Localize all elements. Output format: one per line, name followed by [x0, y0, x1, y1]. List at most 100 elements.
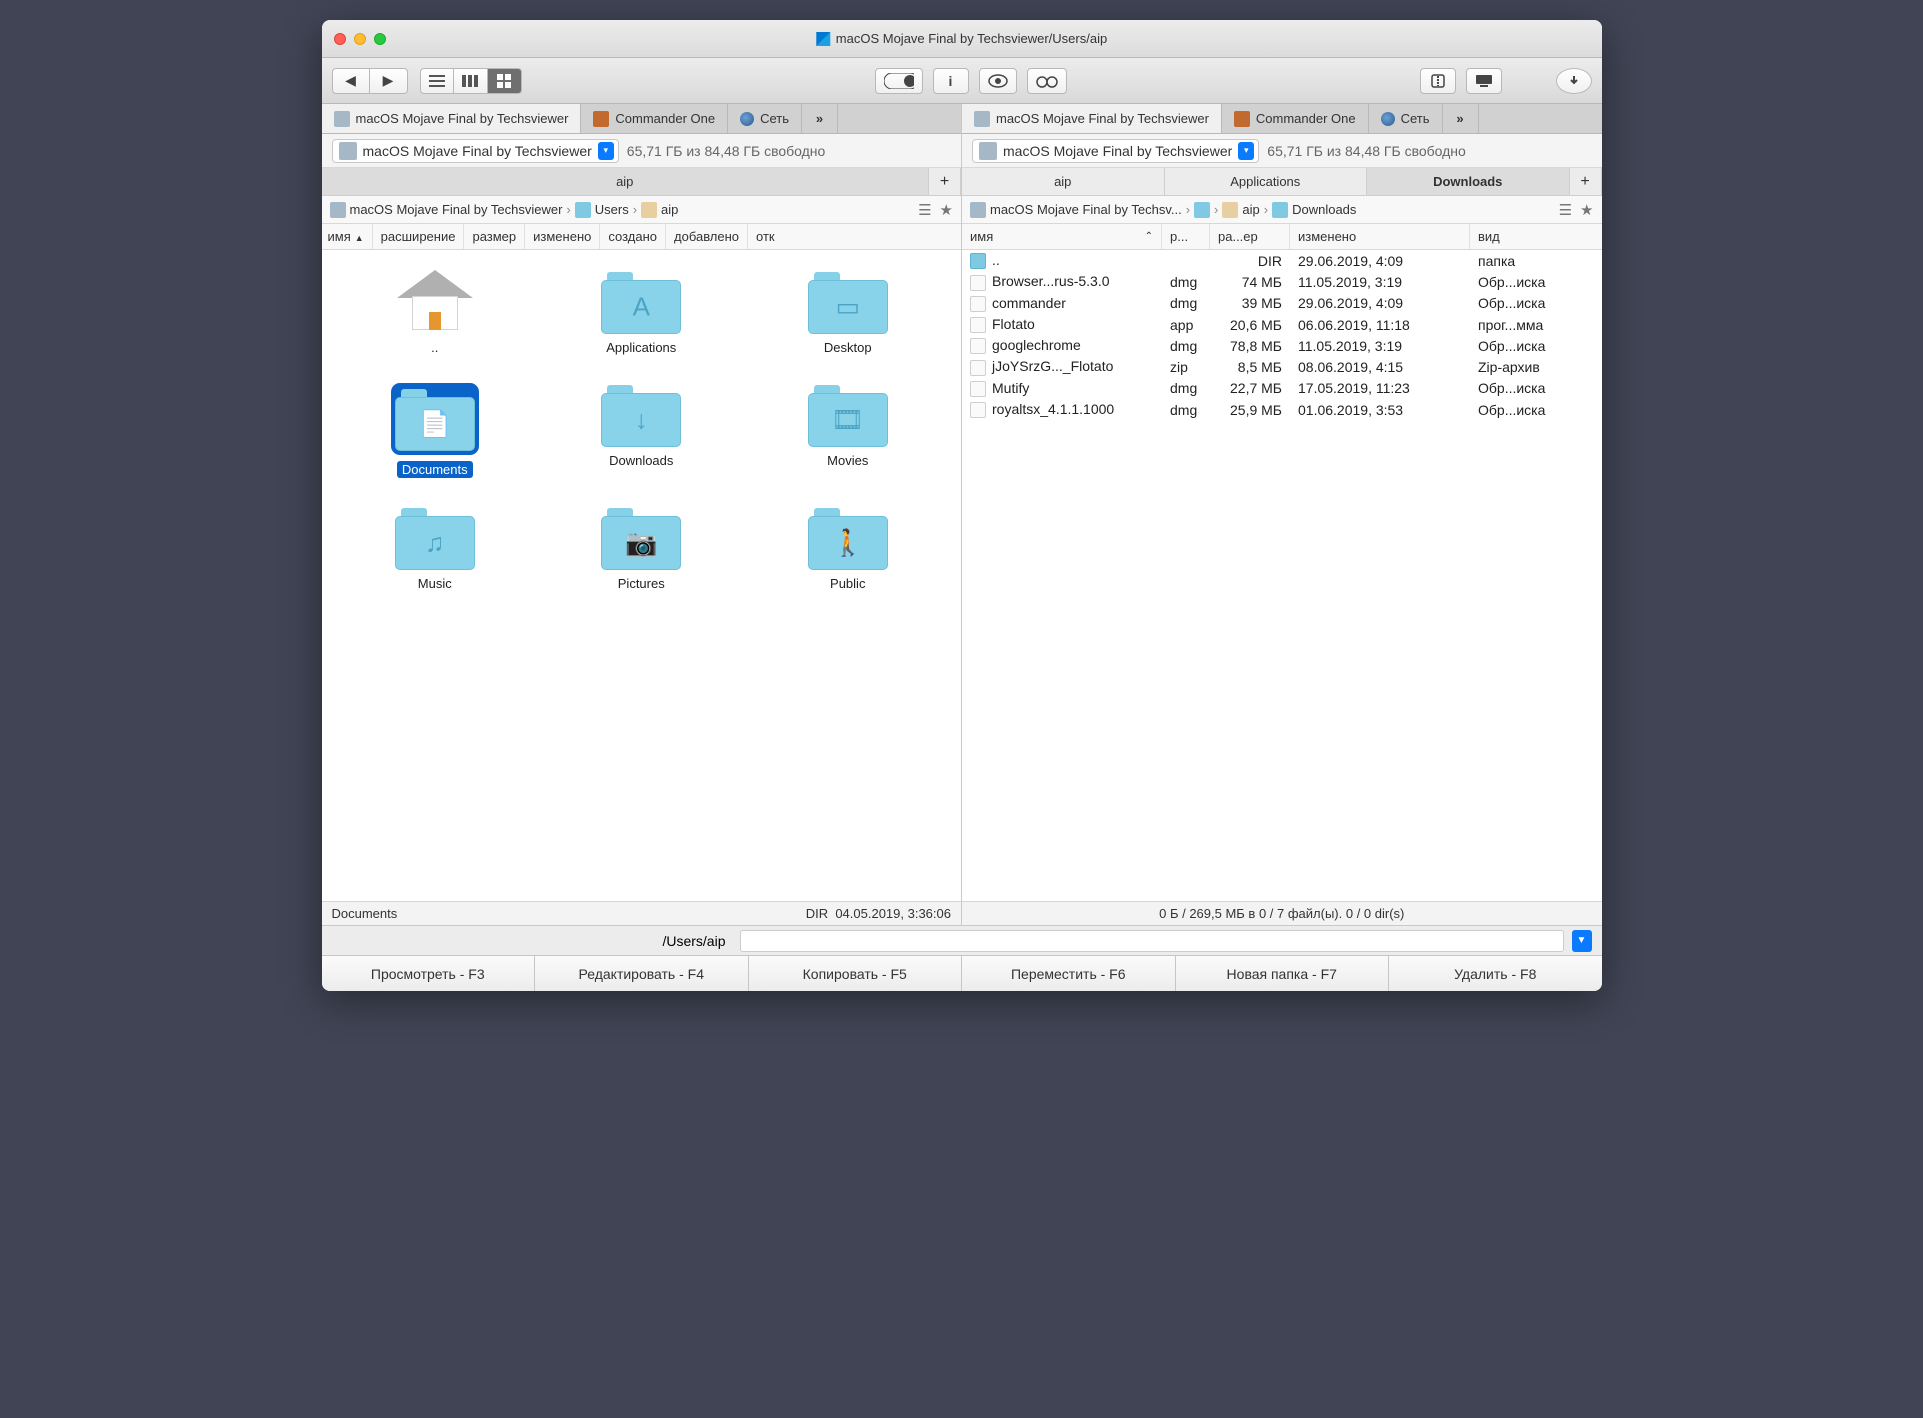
- table-row[interactable]: royaltsx_4.1.1.1000dmg25,9 МБ01.06.2019,…: [962, 399, 1602, 420]
- crumb-aip-r[interactable]: aip: [1242, 202, 1259, 217]
- crumb-users[interactable]: Users: [595, 202, 629, 217]
- ptab-network-r[interactable]: Сеть: [1369, 104, 1443, 133]
- menu-icon[interactable]: ☰: [918, 201, 931, 219]
- archive-button[interactable]: [1420, 68, 1456, 94]
- computer-button[interactable]: [1466, 68, 1502, 94]
- fn-button[interactable]: Просмотреть - F3: [322, 956, 536, 991]
- col-modified[interactable]: изменено: [525, 224, 600, 249]
- star-icon[interactable]: ★: [1580, 201, 1593, 219]
- col-created[interactable]: создано: [600, 224, 666, 249]
- table-row[interactable]: commanderdmg39 МБ29.06.2019, 4:09Обр...и…: [962, 293, 1602, 314]
- table-row[interactable]: Flotatoapp20,6 МБ06.06.2019, 11:18прог..…: [962, 314, 1602, 335]
- table-row[interactable]: googlechromedmg78,8 МБ11.05.2019, 3:19Об…: [962, 335, 1602, 356]
- path-input[interactable]: [740, 930, 1564, 952]
- quicklook-button[interactable]: [979, 68, 1017, 94]
- tab-applications-r[interactable]: Applications: [1165, 168, 1368, 195]
- crumb-disk[interactable]: macOS Mojave Final by Techsviewer: [350, 202, 563, 217]
- ptabs-overflow-r[interactable]: »: [1443, 104, 1479, 133]
- grid-item-label: Applications: [606, 340, 676, 355]
- grid-item[interactable]: 🎞 Movies: [745, 383, 952, 478]
- col-mod-r[interactable]: изменено: [1290, 224, 1470, 249]
- add-tab-button[interactable]: +: [929, 168, 961, 195]
- disk-selector[interactable]: macOS Mojave Final by Techsviewer▾: [332, 139, 619, 163]
- crumb-disk-r[interactable]: macOS Mojave Final by Techsv...: [990, 202, 1182, 217]
- fn-button[interactable]: Удалить - F8: [1389, 956, 1602, 991]
- zoom-icon[interactable]: [374, 33, 386, 45]
- folder-tab-aip[interactable]: aip: [322, 168, 930, 195]
- grid-item[interactable]: 📷Pictures: [538, 506, 745, 591]
- grid-item[interactable]: ▭Desktop: [745, 270, 952, 355]
- icon-grid: .. AApplications▭Desktop 📄Documents↓Downlo…: [322, 250, 962, 901]
- col-opened[interactable]: отк: [748, 224, 783, 249]
- ptab-disk[interactable]: macOS Mojave Final by Techsviewer: [322, 104, 582, 133]
- col-kind-r[interactable]: вид: [1470, 224, 1602, 249]
- table-row[interactable]: ..DIR29.06.2019, 4:09папка: [962, 250, 1602, 271]
- fn-button[interactable]: Переместить - F6: [962, 956, 1176, 991]
- ptab-network[interactable]: Сеть: [728, 104, 802, 133]
- grid-item[interactable]: 🚶Public: [745, 506, 952, 591]
- grid-item[interactable]: AApplications: [538, 270, 745, 355]
- col-size-r[interactable]: ра...ер: [1210, 224, 1290, 249]
- ptab-commander[interactable]: Commander One: [581, 104, 728, 133]
- toggle-switch[interactable]: [875, 68, 923, 94]
- col-ext[interactable]: расширение: [373, 224, 465, 249]
- grid-item[interactable]: ♫Music: [332, 506, 539, 591]
- folder-icon: ↓: [601, 383, 681, 447]
- info-button[interactable]: i: [933, 68, 969, 94]
- disk-free-text: 65,71 ГБ из 84,48 ГБ свободно: [627, 143, 826, 159]
- back-button[interactable]: ◀: [332, 68, 370, 94]
- view-list-icon[interactable]: [420, 68, 454, 94]
- minimize-icon[interactable]: [354, 33, 366, 45]
- breadcrumb-left: macOS Mojave Final by Techsviewer› Users…: [322, 196, 962, 224]
- ptab-commander-r[interactable]: Commander One: [1222, 104, 1369, 133]
- folder-icon: 🚶: [808, 506, 888, 570]
- col-name-sorted[interactable]: имя▲: [328, 229, 364, 244]
- grid-item-label: ..: [431, 340, 438, 355]
- crumb-aip[interactable]: aip: [661, 202, 678, 217]
- view-columns-icon[interactable]: [454, 68, 488, 94]
- grid-item-label: Movies: [827, 453, 868, 468]
- col-name-r[interactable]: имя⌃: [962, 224, 1162, 249]
- grid-item[interactable]: 📄Documents: [332, 383, 539, 478]
- download-button[interactable]: [1556, 68, 1592, 94]
- table-row[interactable]: Browser...rus-5.3.0dmg74 МБ11.05.2019, 3…: [962, 271, 1602, 292]
- fn-button[interactable]: Копировать - F5: [749, 956, 963, 991]
- app-icon: [816, 32, 830, 46]
- file-icon: [970, 296, 986, 312]
- table-row[interactable]: jJoYSrzG..._Flotatozip8,5 МБ08.06.2019, …: [962, 356, 1602, 377]
- chevron-updown-icon: ▾: [598, 142, 614, 160]
- path-history-button[interactable]: ▼: [1572, 930, 1592, 952]
- menu-icon[interactable]: ☰: [1559, 201, 1572, 219]
- home-icon: [641, 202, 657, 218]
- grid-item[interactable]: ↓Downloads: [538, 383, 745, 478]
- tab-downloads-r[interactable]: Downloads: [1367, 168, 1570, 195]
- ptab-disk-r[interactable]: macOS Mojave Final by Techsviewer: [962, 104, 1222, 133]
- col-ext-r[interactable]: р...: [1162, 224, 1210, 249]
- app-window: macOS Mojave Final by Techsviewer/Users/…: [322, 20, 1602, 991]
- file-list: ..DIR29.06.2019, 4:09папкаBrowser...rus-…: [962, 250, 1602, 901]
- disk-selector-r[interactable]: macOS Mojave Final by Techsviewer▾: [972, 139, 1259, 163]
- add-tab-button-r[interactable]: +: [1570, 168, 1602, 195]
- disk-icon: [330, 202, 346, 218]
- close-icon[interactable]: [334, 33, 346, 45]
- fn-button[interactable]: Редактировать - F4: [535, 956, 749, 991]
- toolbar: ◀ ▶ i: [322, 58, 1602, 104]
- chevron-updown-icon: ▾: [1238, 142, 1254, 160]
- file-icon: [970, 381, 986, 397]
- binoculars-button[interactable]: [1027, 68, 1067, 94]
- table-row[interactable]: Mutifydmg22,7 МБ17.05.2019, 11:23Обр...и…: [962, 378, 1602, 399]
- forward-button[interactable]: ▶: [370, 68, 408, 94]
- grid-item[interactable]: ..: [332, 270, 539, 355]
- crumb-downloads[interactable]: Downloads: [1292, 202, 1356, 217]
- star-icon[interactable]: ★: [940, 201, 953, 219]
- breadcrumb-right: macOS Mojave Final by Techsv...› › aip› …: [962, 196, 1602, 224]
- col-size[interactable]: размер: [464, 224, 525, 249]
- file-icon: [970, 253, 986, 269]
- tab-aip-r[interactable]: aip: [962, 168, 1165, 195]
- file-icon: [970, 360, 986, 376]
- ptabs-overflow[interactable]: »: [802, 104, 838, 133]
- col-added[interactable]: добавлено: [666, 224, 748, 249]
- fn-button[interactable]: Новая папка - F7: [1176, 956, 1390, 991]
- folder-icon: 🎞: [808, 383, 888, 447]
- view-grid-icon[interactable]: [488, 68, 522, 94]
